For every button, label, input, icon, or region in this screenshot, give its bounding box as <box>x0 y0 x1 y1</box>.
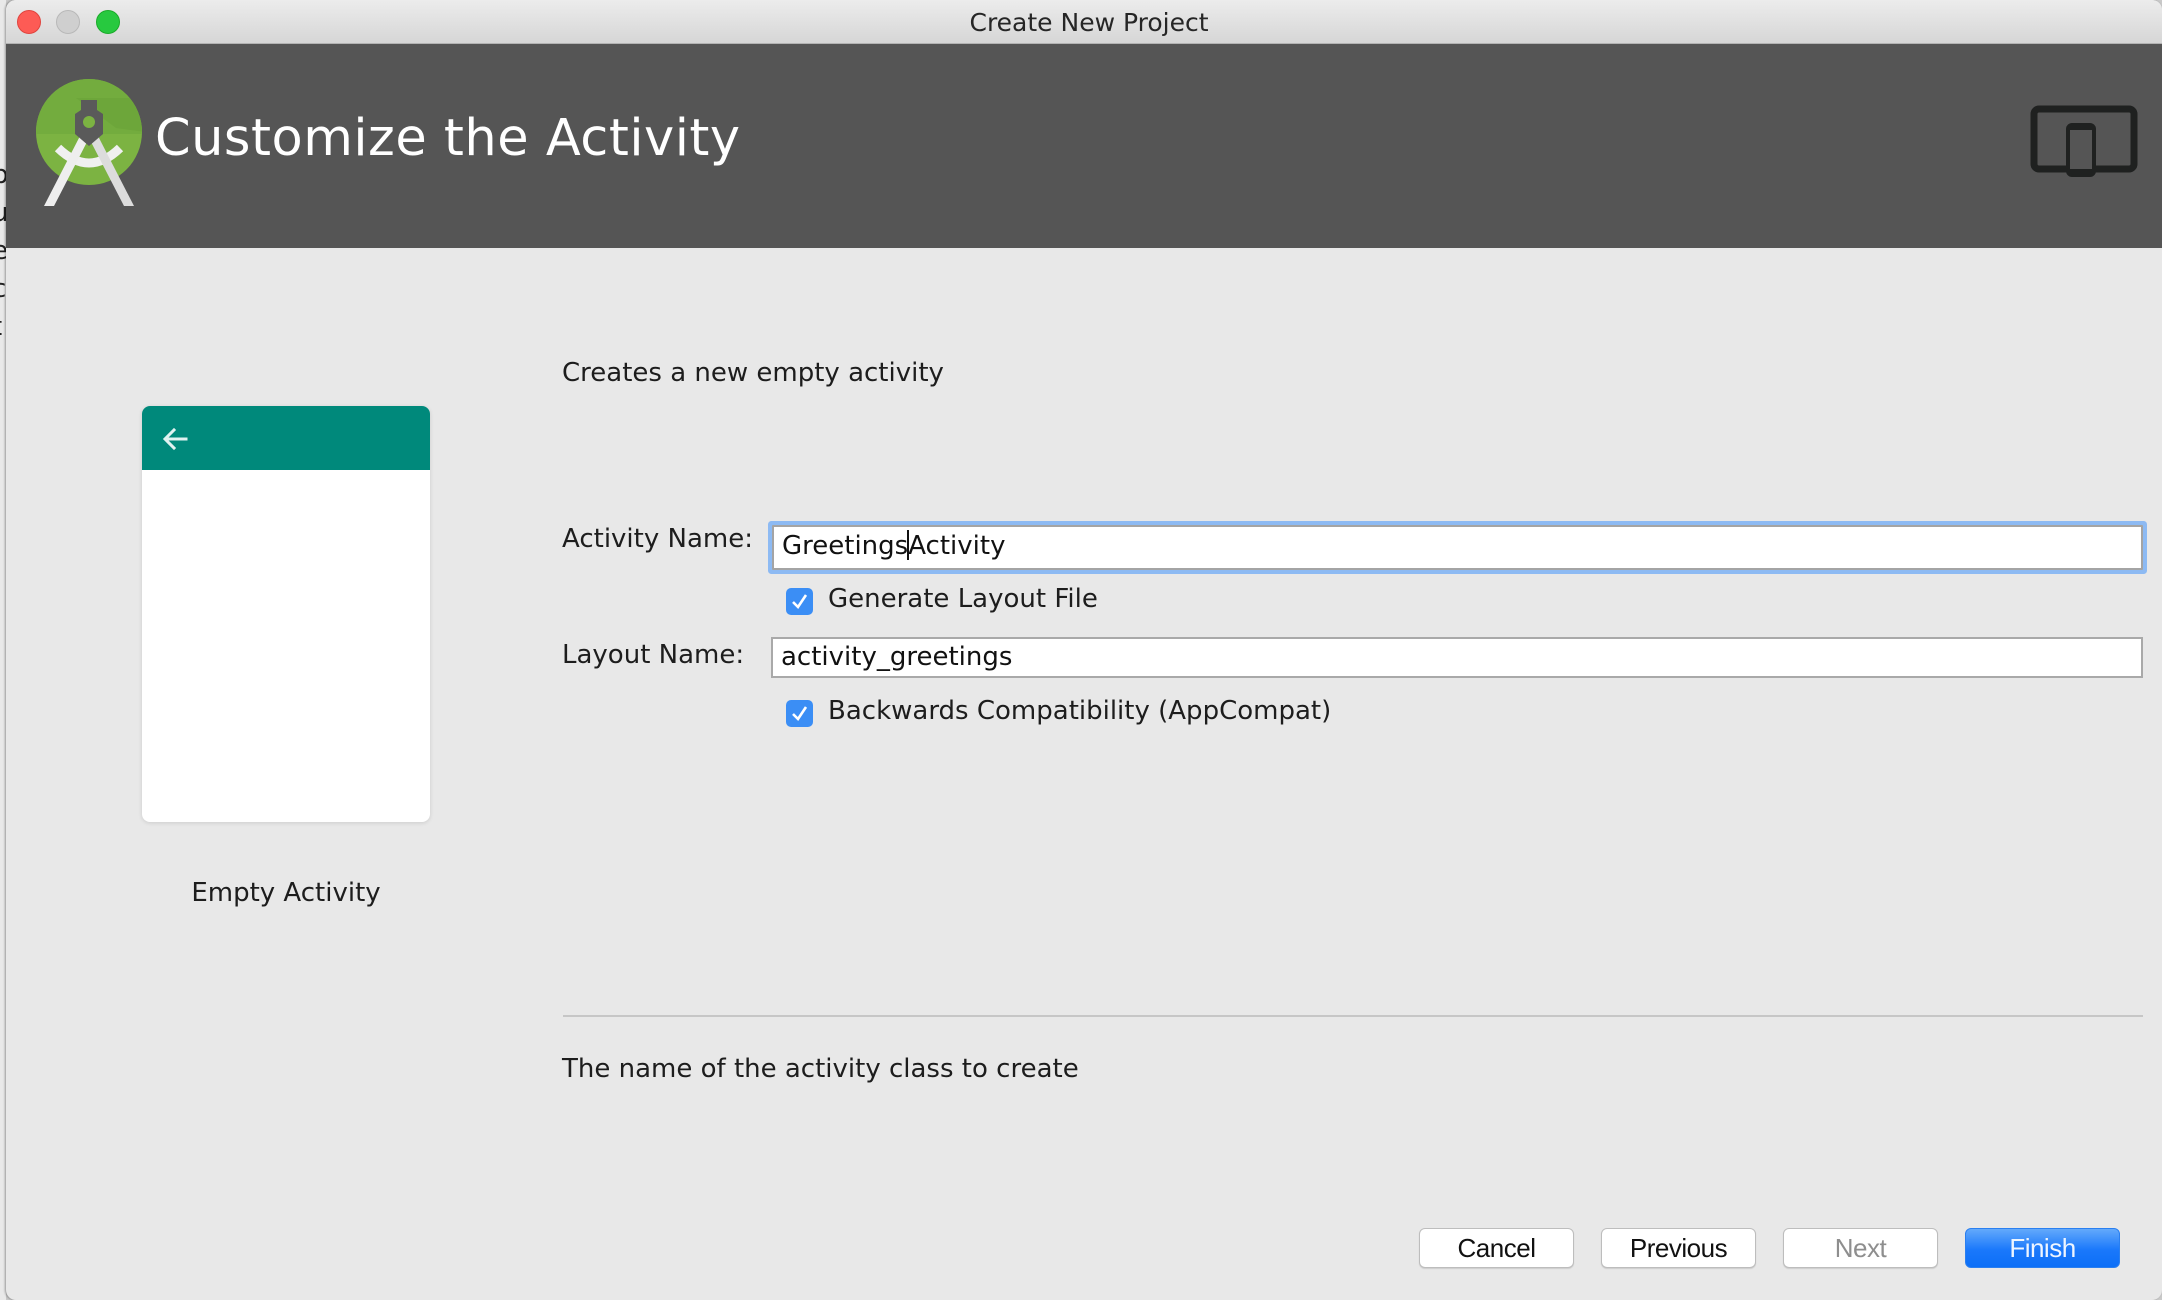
wizard-header: Customize the Activity <box>6 44 2162 248</box>
finish-button[interactable]: Finish <box>1965 1228 2120 1268</box>
field-help-text: The name of the activity class to create <box>562 1054 1079 1084</box>
generate-layout-checkbox[interactable] <box>786 588 813 615</box>
help-divider <box>563 1015 2143 1017</box>
cancel-button[interactable]: Cancel <box>1419 1228 1574 1268</box>
wizard-step-title: Customize the Activity <box>155 109 741 168</box>
background-text-fragment: t <box>0 312 2 342</box>
layout-name-input[interactable]: activity_greetings <box>771 637 2143 678</box>
template-description: Creates a new empty activity <box>562 358 944 388</box>
backwards-compat-label[interactable]: Backwards Compatibility (AppCompat) <box>828 696 1331 726</box>
activity-name-label: Activity Name: <box>562 524 753 554</box>
previous-button[interactable]: Previous <box>1601 1228 1756 1268</box>
create-project-dialog: Create New Project Customize the Activit… <box>6 0 2162 1300</box>
preview-toolbar <box>142 406 430 470</box>
checkmark-icon <box>792 594 808 610</box>
generate-layout-label[interactable]: Generate Layout File <box>828 584 1098 614</box>
tablet-phone-icon[interactable] <box>2030 105 2138 177</box>
activity-name-text-before-caret: Greetings <box>782 531 909 561</box>
title-bar[interactable]: Create New Project <box>6 0 2162 44</box>
template-name-label: Empty Activity <box>191 878 381 908</box>
backwards-compat-checkbox[interactable] <box>786 700 813 727</box>
window-title: Create New Project <box>969 8 1209 37</box>
checkmark-icon <box>792 706 808 722</box>
android-studio-logo-icon <box>36 79 142 206</box>
activity-template-preview <box>142 406 430 822</box>
next-button[interactable]: Next <box>1783 1228 1938 1268</box>
activity-name-input[interactable]: GreetingsActivity <box>772 525 2143 570</box>
arrow-left-icon <box>162 427 188 451</box>
activity-name-text-after-caret: Activity <box>908 531 1006 561</box>
layout-name-label: Layout Name: <box>562 640 745 670</box>
